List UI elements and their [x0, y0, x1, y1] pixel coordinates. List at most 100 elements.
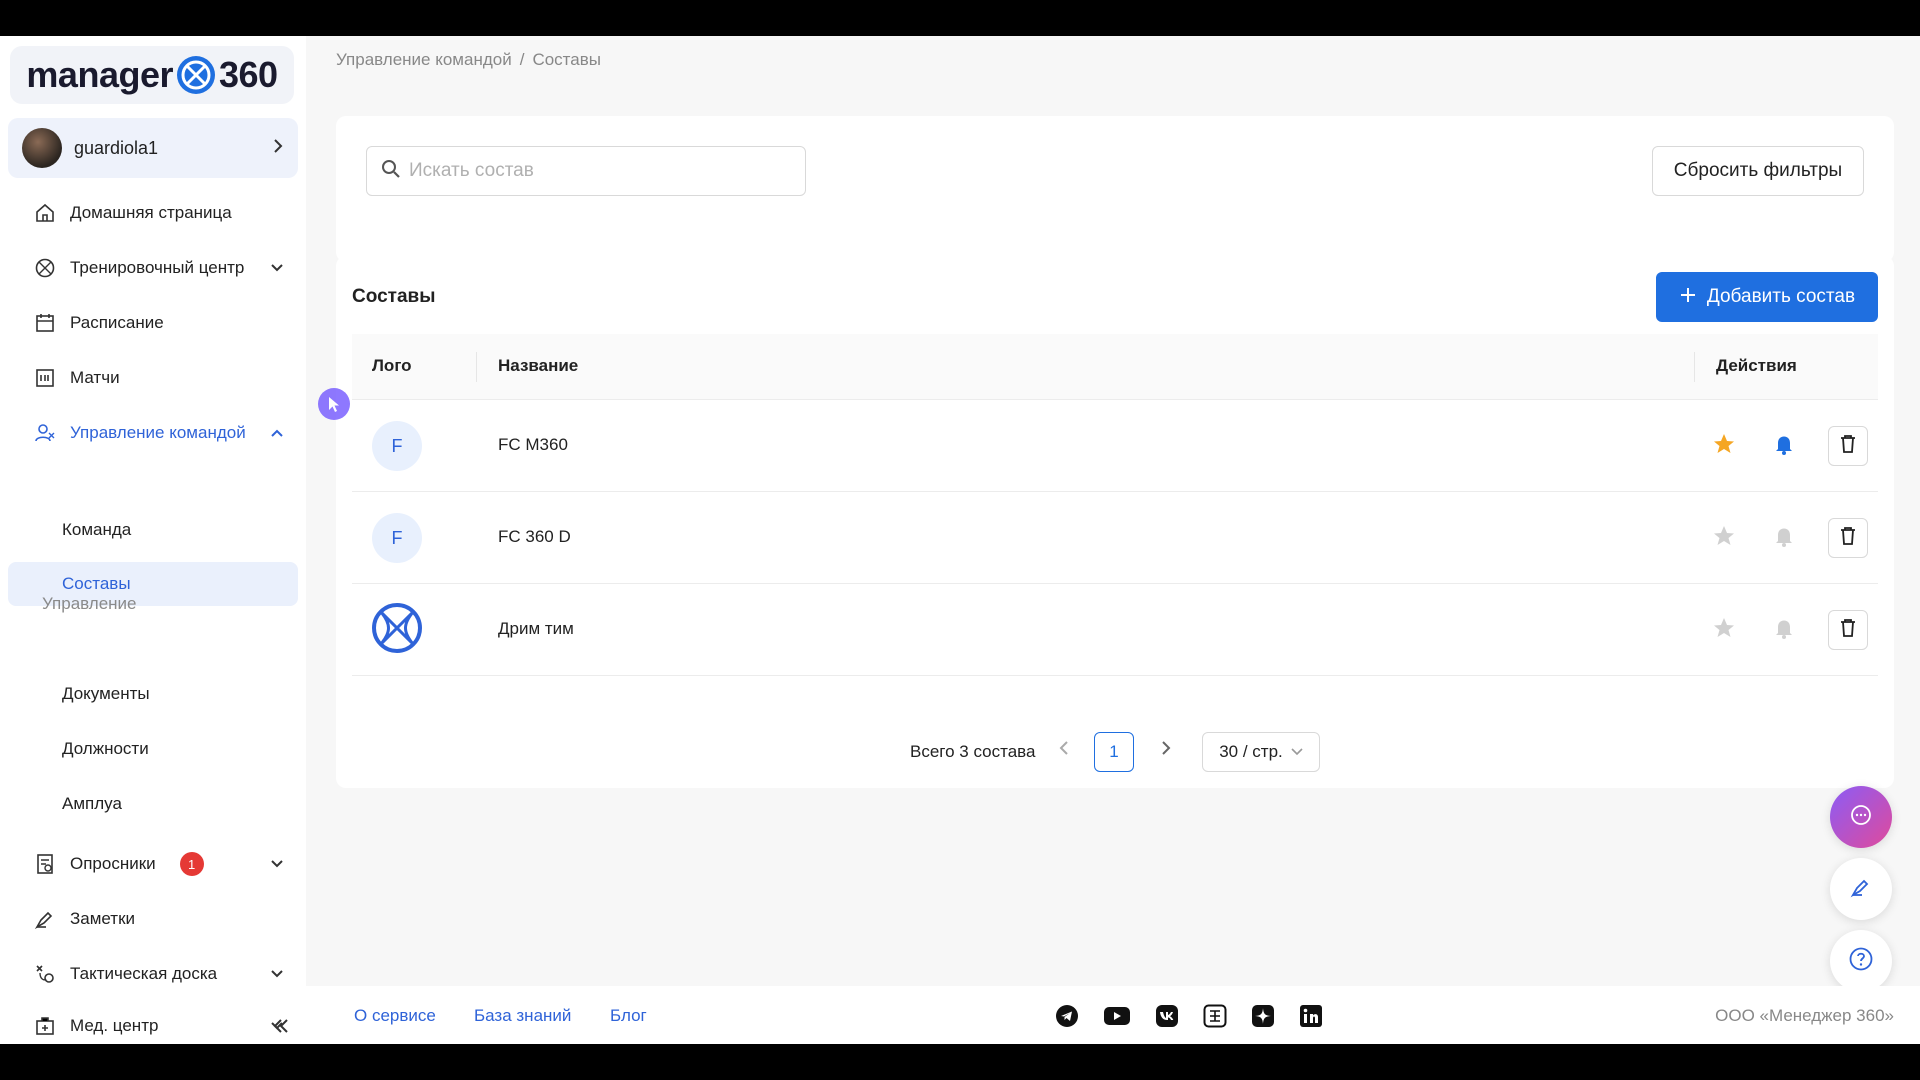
collapse-sidebar-icon[interactable] [272, 1014, 290, 1040]
team-ball-logo-icon [371, 602, 423, 659]
search-box[interactable] [366, 146, 806, 196]
chevron-down-icon [1291, 745, 1303, 759]
favorite-star-icon[interactable] [1712, 524, 1736, 553]
filter-card: Сбросить фильтры [336, 116, 1894, 262]
trash-icon [1839, 434, 1857, 459]
sidebar-item-team-management[interactable]: Управление командой [0, 411, 306, 455]
footer-link-about[interactable]: О сервисе [354, 1006, 436, 1026]
sidebar-subitem-team[interactable]: Команда [0, 508, 306, 552]
chevron-down-icon [270, 856, 284, 872]
rosters-title: Составы [352, 286, 436, 307]
sidebar-item-tactics-board[interactable]: Тактическая доска [0, 952, 306, 996]
table-row[interactable]: F FC 360 D [352, 492, 1878, 584]
sidebar-subitem-documents[interactable]: Документы [0, 672, 306, 716]
chevron-up-icon [270, 425, 284, 441]
add-roster-button[interactable]: Добавить состав [1656, 272, 1878, 322]
chevron-right-icon[interactable] [1160, 740, 1172, 761]
sparkle-icon[interactable] [1250, 1004, 1276, 1028]
avatar [22, 128, 62, 168]
breadcrumb-parent[interactable]: Управление командой [336, 50, 512, 69]
roster-logo: F [372, 421, 422, 471]
table-header: Лого Название Действия [352, 334, 1878, 400]
mouse-cursor-indicator [318, 388, 350, 420]
sidebar-item-matches[interactable]: Матчи [0, 356, 306, 400]
user-profile-card[interactable]: guardiola1 [8, 118, 298, 178]
sidebar-subitem-label: Документы [62, 684, 150, 703]
chevron-down-icon [270, 260, 284, 276]
brand-logo-text-right: 360 [219, 54, 278, 95]
sidebar-item-surveys[interactable]: Опросники 1 [0, 842, 306, 886]
notes-fab-button[interactable] [1830, 858, 1892, 920]
roster-name[interactable]: FC M360 [498, 435, 568, 455]
table-row[interactable]: Дрим тим [352, 584, 1878, 676]
rosters-card: Составы Добавить состав Лого Название Де… [336, 256, 1894, 788]
delete-button[interactable] [1828, 518, 1868, 558]
brand-logo[interactable]: manager 360 [10, 46, 294, 104]
sidebar-item-training-center[interactable]: Тренировочный центр [0, 246, 306, 290]
column-divider [1694, 352, 1695, 382]
chevron-left-icon[interactable] [1058, 740, 1070, 761]
vk-icon[interactable] [1154, 1004, 1180, 1028]
add-roster-label: Добавить состав [1706, 286, 1856, 307]
sidebar-item-notes[interactable]: Заметки [0, 897, 306, 941]
footer-link-blog[interactable]: Блог [610, 1006, 647, 1026]
telegram-icon[interactable] [1054, 1004, 1080, 1028]
chat-button[interactable] [1830, 786, 1892, 848]
delete-button[interactable] [1828, 426, 1868, 466]
sidebar-item-label: Тренировочный центр [70, 258, 245, 277]
reset-filters-button[interactable]: Сбросить фильтры [1652, 146, 1864, 196]
tactics-icon [34, 963, 56, 985]
breadcrumb-separator: / [519, 50, 525, 69]
pagination-total: Всего 3 состава [910, 742, 1036, 761]
page-size-select[interactable]: 30 / стр. [1202, 732, 1320, 772]
table-row[interactable]: F FC M360 [352, 400, 1878, 492]
breadcrumb-current: Составы [532, 50, 601, 69]
sidebar-subitem-label: Амплуа [62, 794, 122, 813]
medical-icon [34, 1015, 56, 1037]
favorite-star-icon[interactable] [1712, 616, 1736, 645]
notification-bell-icon[interactable] [1772, 432, 1796, 461]
roster-name[interactable]: FC 360 D [498, 527, 571, 547]
notification-bell-icon[interactable] [1772, 524, 1796, 553]
linkedin-icon[interactable] [1298, 1004, 1324, 1028]
page-button[interactable]: 1 [1094, 732, 1134, 772]
roster-logo: F [372, 513, 422, 563]
delete-button[interactable] [1828, 610, 1868, 650]
app-window: manager 360 guardiola1 Домашняя страница… [0, 36, 1920, 1044]
help-icon [1848, 946, 1874, 977]
roster-name[interactable]: Дрим тим [498, 619, 574, 639]
survey-icon [34, 853, 56, 875]
sidebar-item-schedule[interactable]: Расписание [0, 301, 306, 345]
sidebar-item-label: Заметки [70, 909, 136, 928]
sidebar-subitem-positions[interactable]: Должности [0, 727, 306, 771]
column-header-actions: Действия [1716, 356, 1797, 375]
sidebar-group-label: Управление [42, 594, 137, 613]
trash-icon [1839, 526, 1857, 551]
youtube-icon[interactable] [1102, 1004, 1132, 1028]
sidebar-subitem-roles[interactable]: Амплуа [0, 782, 306, 826]
chat-icon [1849, 803, 1873, 832]
sidebar-item-label: Расписание [70, 313, 164, 332]
sidebar-subitem-label: Команда [62, 520, 132, 539]
help-button[interactable] [1830, 930, 1892, 992]
notification-bell-icon[interactable] [1772, 616, 1796, 645]
plus-icon [1679, 283, 1697, 311]
chevron-down-icon [270, 966, 284, 982]
footer-company: ООО «Менеджер 360» [1715, 1006, 1894, 1025]
dzen-icon[interactable] [1202, 1004, 1228, 1028]
sidebar-item-label: Мед. центр [70, 1015, 159, 1035]
pen-icon [1849, 875, 1873, 904]
sidebar-item-label: Тактическая доска [70, 964, 218, 983]
sidebar: manager 360 guardiola1 Домашняя страница… [0, 36, 306, 1044]
sidebar-item-label: Домашняя страница [70, 203, 232, 222]
sidebar-item-med-center[interactable]: Мед. центр [0, 1007, 306, 1044]
search-input[interactable] [409, 160, 789, 182]
column-divider [476, 352, 477, 382]
favorite-star-icon[interactable] [1712, 432, 1736, 461]
ball-icon [34, 257, 56, 279]
scoreboard-icon [34, 367, 56, 389]
sidebar-item-label: Управление командой [70, 423, 246, 442]
footer-link-knowledge-base[interactable]: База знаний [474, 1006, 571, 1026]
sidebar-item-home[interactable]: Домашняя страница [0, 191, 306, 235]
breadcrumb: Управление командой / Составы [336, 50, 601, 70]
